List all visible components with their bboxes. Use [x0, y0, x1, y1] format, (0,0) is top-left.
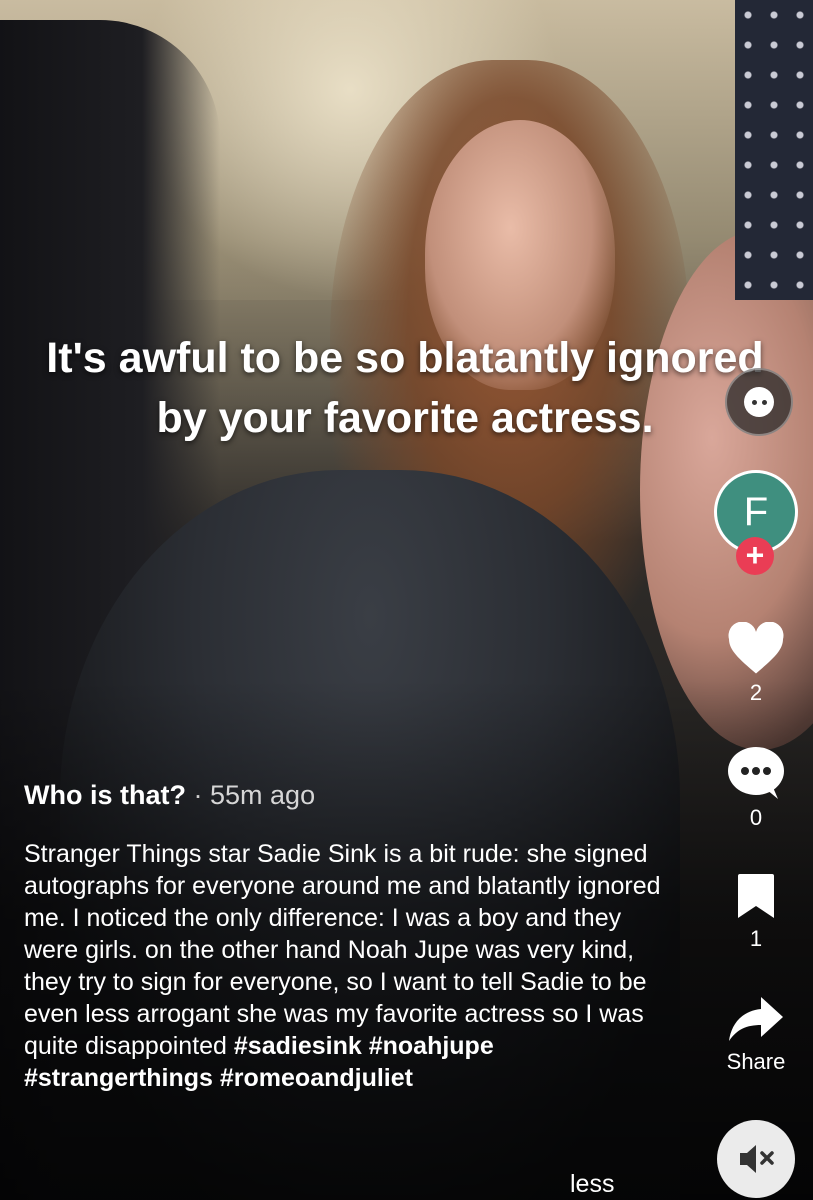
bookmark-icon	[738, 874, 774, 918]
description-text: Stranger Things star Sadie Sink is a bit…	[24, 840, 661, 1060]
comment-button[interactable]: 0	[716, 745, 796, 831]
save-count: 1	[749, 926, 763, 951]
share-arrow-icon	[729, 997, 783, 1041]
share-button[interactable]: Share	[716, 995, 796, 1075]
collapse-description-link[interactable]: less	[570, 1170, 614, 1199]
save-button[interactable]: 1	[716, 870, 796, 952]
post-meta: Who is that? · 55m ago	[24, 780, 315, 811]
meta-separator: ·	[193, 780, 203, 810]
hashtag-link[interactable]: #sadiesink	[234, 1032, 362, 1060]
hashtag-link[interactable]: #strangerthings	[24, 1064, 213, 1092]
chat-bubble-icon	[744, 387, 774, 417]
share-label: Share	[726, 1049, 786, 1074]
post-timestamp: 55m ago	[210, 780, 316, 810]
heart-icon	[728, 622, 784, 674]
follow-button[interactable]: +	[736, 537, 774, 575]
hashtag-link[interactable]: #romeoandjuliet	[220, 1064, 413, 1092]
like-button[interactable]: 2	[716, 622, 796, 706]
speaker-muted-icon	[740, 1145, 774, 1173]
hashtag-link[interactable]: #noahjupe	[369, 1032, 494, 1060]
chat-button[interactable]	[725, 368, 793, 436]
avatar-letter: F	[743, 489, 769, 534]
post-description: Stranger Things star Sadie Sink is a bit…	[24, 838, 664, 1094]
like-count: 2	[749, 680, 763, 705]
mute-button[interactable]	[717, 1120, 795, 1198]
video-text-overlay: It's awful to be so blatantly ignored by…	[46, 334, 764, 442]
author-name[interactable]: Who is that?	[24, 780, 186, 810]
comment-dots-icon	[728, 747, 784, 799]
video-polka-dots	[735, 0, 813, 300]
comment-count: 0	[749, 805, 763, 830]
